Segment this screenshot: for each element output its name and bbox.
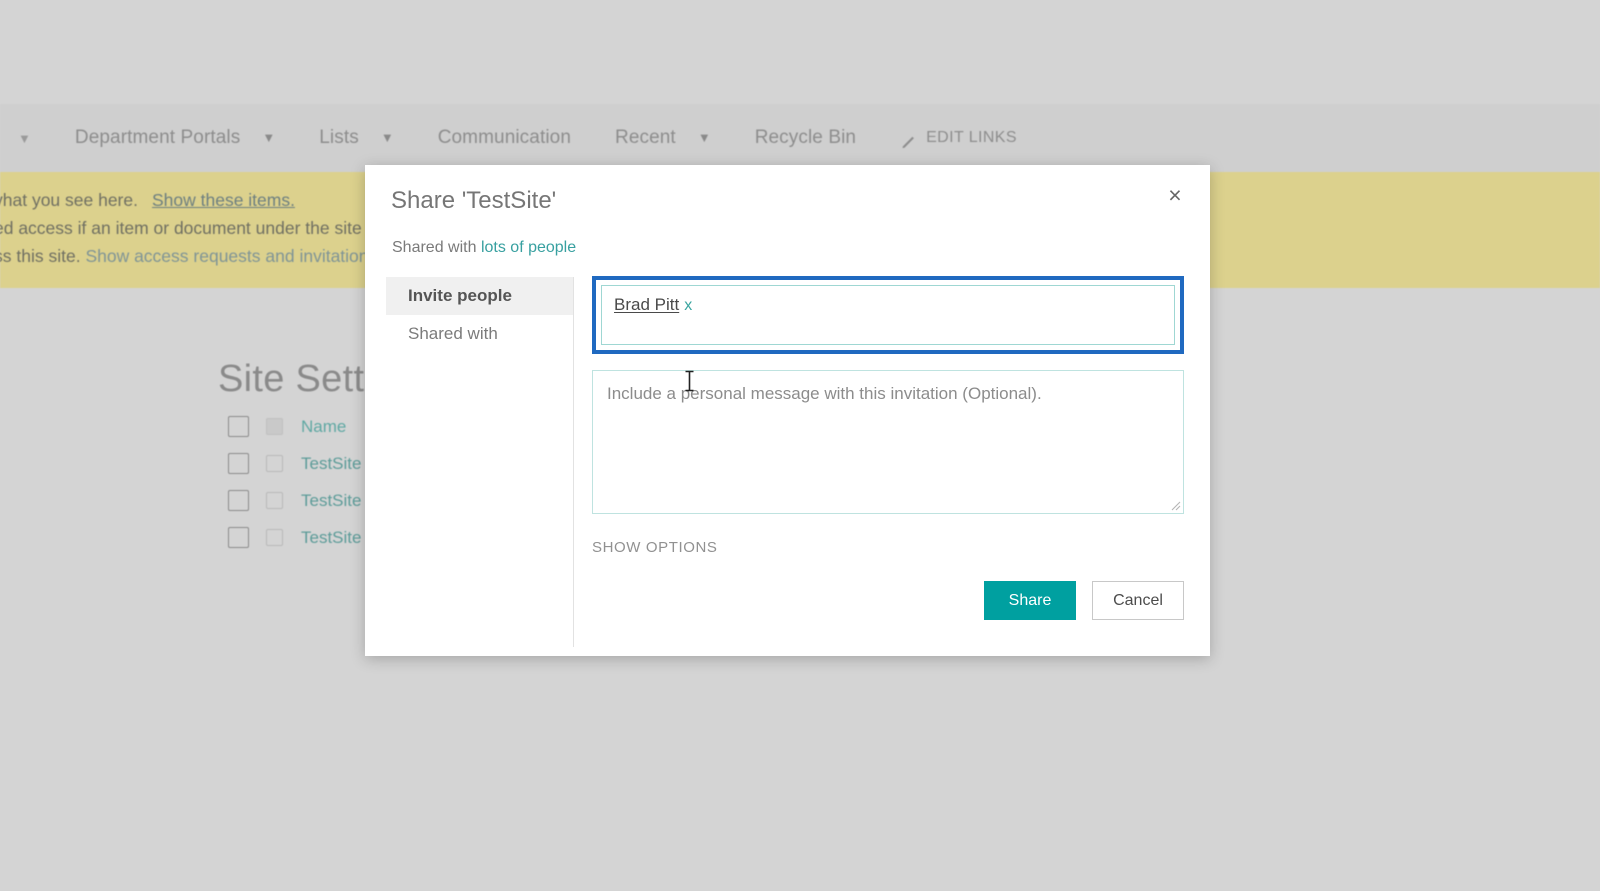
tab-invite-people[interactable]: Invite people: [386, 277, 573, 315]
recipients-focus-ring: Brad Pitt x: [592, 276, 1184, 354]
nav-item-lists[interactable]: Lists: [319, 127, 359, 149]
dialog-button-row: Share Cancel: [592, 581, 1184, 620]
row-select-checkbox[interactable]: [228, 453, 249, 474]
nav-item-department-portals[interactable]: Department Portals: [75, 127, 240, 149]
row-select-checkbox[interactable]: [228, 527, 249, 548]
chevron-down-icon-department-portals[interactable]: ▼: [262, 131, 275, 144]
nav-clipped-caret-icon: ▼: [18, 130, 31, 146]
shared-with-prefix: Shared with: [392, 239, 477, 256]
row-label[interactable]: TestSite: [301, 491, 361, 511]
show-these-items-link[interactable]: Show these items.: [152, 190, 295, 210]
tab-shared-with[interactable]: Shared with: [386, 315, 573, 353]
nav-item-communication[interactable]: Communication: [438, 127, 571, 149]
personal-message-input[interactable]: Include a personal message with this inv…: [592, 370, 1184, 514]
share-button[interactable]: Share: [984, 581, 1076, 620]
row-label[interactable]: TestSite: [301, 528, 361, 548]
share-dialog: × Share 'TestSite' Shared with lots of p…: [365, 165, 1210, 656]
vertical-divider: [573, 277, 574, 647]
remove-recipient-icon[interactable]: x: [684, 297, 692, 314]
invite-people-pane: Brad Pitt x Include a personal message wi…: [592, 276, 1184, 557]
nav-item-recent[interactable]: Recent: [615, 127, 676, 149]
resize-handle[interactable]: [1169, 499, 1181, 511]
lots-of-people-link[interactable]: lots of people: [481, 239, 576, 256]
dialog-title: Share 'TestSite': [391, 187, 557, 214]
show-access-requests-link[interactable]: Show access requests and invitation: [85, 246, 368, 266]
top-navigation-bar: ▼ Department Portals ▼ Lists ▼ Communica…: [0, 104, 1600, 172]
cancel-button[interactable]: Cancel: [1092, 581, 1184, 620]
column-header-name: Name: [301, 416, 347, 436]
recipient-name: Brad Pitt: [614, 295, 680, 314]
row-secondary-checkbox[interactable]: [266, 492, 283, 509]
recipients-input[interactable]: Brad Pitt x: [601, 285, 1175, 345]
notice-line-3-prefix: ss this site.: [0, 246, 81, 266]
row-label[interactable]: TestSite: [301, 454, 361, 474]
chevron-down-icon-lists[interactable]: ▼: [381, 131, 394, 144]
recipient-chip[interactable]: Brad Pitt x: [614, 295, 692, 315]
row-select-checkbox[interactable]: [228, 490, 249, 511]
chevron-down-icon-recent[interactable]: ▼: [698, 131, 711, 144]
row-secondary-checkbox[interactable]: [266, 455, 283, 472]
dialog-tab-rail: Invite people Shared with: [386, 277, 573, 353]
nav-item-edit-links[interactable]: EDIT LINKS: [926, 129, 1017, 147]
row-secondary-checkbox[interactable]: [266, 529, 283, 546]
row-secondary-checkbox[interactable]: [266, 418, 283, 435]
pencil-icon: [900, 132, 918, 150]
notice-line-1-text: vhat you see here.: [0, 190, 138, 210]
shared-with-summary: Shared with lots of people: [392, 239, 576, 257]
personal-message-placeholder: Include a personal message with this inv…: [607, 384, 1042, 403]
row-select-checkbox[interactable]: [228, 416, 249, 437]
show-options-link[interactable]: SHOW OPTIONS: [592, 539, 718, 556]
nav-item-recycle-bin[interactable]: Recycle Bin: [755, 127, 856, 149]
close-icon[interactable]: ×: [1156, 177, 1194, 213]
page-title: Site Sett: [218, 358, 365, 400]
